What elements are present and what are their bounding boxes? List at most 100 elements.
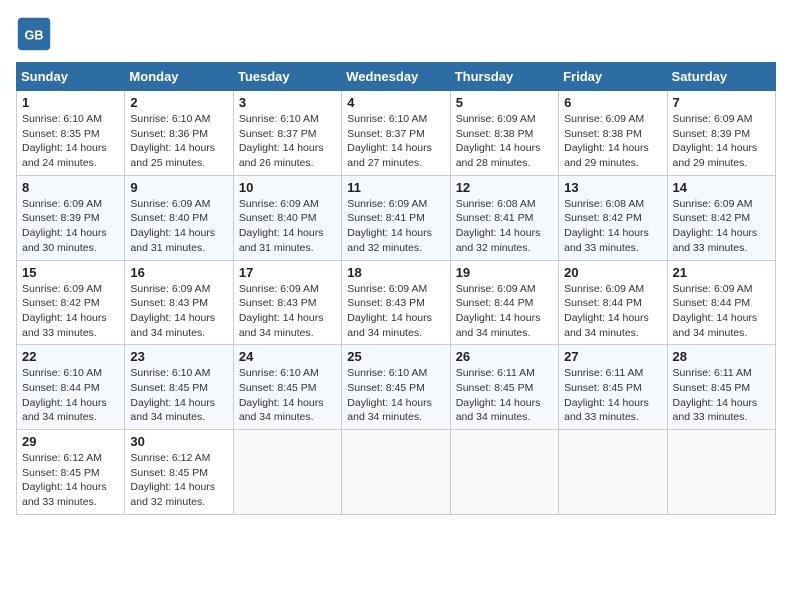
calendar-cell: 20 Sunrise: 6:09 AMSunset: 8:44 PMDaylig… — [559, 260, 667, 345]
day-number: 13 — [564, 180, 661, 195]
day-info: Sunrise: 6:11 AMSunset: 8:45 PMDaylight:… — [673, 366, 770, 425]
day-info: Sunrise: 6:09 AMSunset: 8:44 PMDaylight:… — [456, 282, 553, 341]
day-number: 24 — [239, 349, 336, 364]
calendar-cell: 14 Sunrise: 6:09 AMSunset: 8:42 PMDaylig… — [667, 175, 775, 260]
day-info: Sunrise: 6:09 AMSunset: 8:39 PMDaylight:… — [22, 197, 119, 256]
calendar-cell: 9 Sunrise: 6:09 AMSunset: 8:40 PMDayligh… — [125, 175, 233, 260]
calendar-cell: 25 Sunrise: 6:10 AMSunset: 8:45 PMDaylig… — [342, 345, 450, 430]
logo-icon: GB — [16, 16, 52, 52]
calendar-cell: 13 Sunrise: 6:08 AMSunset: 8:42 PMDaylig… — [559, 175, 667, 260]
calendar-week-row: 1 Sunrise: 6:10 AMSunset: 8:35 PMDayligh… — [17, 91, 776, 176]
svg-text:GB: GB — [25, 28, 44, 42]
calendar-cell — [667, 430, 775, 515]
day-info: Sunrise: 6:09 AMSunset: 8:39 PMDaylight:… — [673, 112, 770, 171]
calendar-cell — [233, 430, 341, 515]
day-number: 20 — [564, 265, 661, 280]
calendar-cell: 19 Sunrise: 6:09 AMSunset: 8:44 PMDaylig… — [450, 260, 558, 345]
calendar-cell: 3 Sunrise: 6:10 AMSunset: 8:37 PMDayligh… — [233, 91, 341, 176]
day-number: 15 — [22, 265, 119, 280]
day-number: 22 — [22, 349, 119, 364]
calendar-cell: 5 Sunrise: 6:09 AMSunset: 8:38 PMDayligh… — [450, 91, 558, 176]
day-info: Sunrise: 6:09 AMSunset: 8:44 PMDaylight:… — [673, 282, 770, 341]
day-info: Sunrise: 6:10 AMSunset: 8:45 PMDaylight:… — [347, 366, 444, 425]
day-info: Sunrise: 6:09 AMSunset: 8:41 PMDaylight:… — [347, 197, 444, 256]
calendar-cell — [559, 430, 667, 515]
day-number: 3 — [239, 95, 336, 110]
day-number: 10 — [239, 180, 336, 195]
day-info: Sunrise: 6:09 AMSunset: 8:43 PMDaylight:… — [239, 282, 336, 341]
calendar-cell: 8 Sunrise: 6:09 AMSunset: 8:39 PMDayligh… — [17, 175, 125, 260]
calendar-cell: 28 Sunrise: 6:11 AMSunset: 8:45 PMDaylig… — [667, 345, 775, 430]
calendar-cell: 22 Sunrise: 6:10 AMSunset: 8:44 PMDaylig… — [17, 345, 125, 430]
calendar-cell: 29 Sunrise: 6:12 AMSunset: 8:45 PMDaylig… — [17, 430, 125, 515]
day-info: Sunrise: 6:09 AMSunset: 8:42 PMDaylight:… — [673, 197, 770, 256]
calendar-cell: 12 Sunrise: 6:08 AMSunset: 8:41 PMDaylig… — [450, 175, 558, 260]
day-number: 29 — [22, 434, 119, 449]
day-info: Sunrise: 6:11 AMSunset: 8:45 PMDaylight:… — [456, 366, 553, 425]
day-info: Sunrise: 6:09 AMSunset: 8:38 PMDaylight:… — [564, 112, 661, 171]
day-number: 12 — [456, 180, 553, 195]
day-info: Sunrise: 6:12 AMSunset: 8:45 PMDaylight:… — [130, 451, 227, 510]
day-info: Sunrise: 6:10 AMSunset: 8:45 PMDaylight:… — [130, 366, 227, 425]
day-number: 27 — [564, 349, 661, 364]
calendar-cell: 17 Sunrise: 6:09 AMSunset: 8:43 PMDaylig… — [233, 260, 341, 345]
day-number: 28 — [673, 349, 770, 364]
day-info: Sunrise: 6:08 AMSunset: 8:41 PMDaylight:… — [456, 197, 553, 256]
day-info: Sunrise: 6:10 AMSunset: 8:35 PMDaylight:… — [22, 112, 119, 171]
calendar-week-row: 22 Sunrise: 6:10 AMSunset: 8:44 PMDaylig… — [17, 345, 776, 430]
day-number: 2 — [130, 95, 227, 110]
day-info: Sunrise: 6:09 AMSunset: 8:43 PMDaylight:… — [347, 282, 444, 341]
day-info: Sunrise: 6:10 AMSunset: 8:44 PMDaylight:… — [22, 366, 119, 425]
calendar-header-row: SundayMondayTuesdayWednesdayThursdayFrid… — [17, 63, 776, 91]
calendar-cell: 4 Sunrise: 6:10 AMSunset: 8:37 PMDayligh… — [342, 91, 450, 176]
day-number: 6 — [564, 95, 661, 110]
logo: GB — [16, 16, 56, 52]
day-number: 4 — [347, 95, 444, 110]
day-number: 5 — [456, 95, 553, 110]
day-info: Sunrise: 6:09 AMSunset: 8:44 PMDaylight:… — [564, 282, 661, 341]
weekday-header: Saturday — [667, 63, 775, 91]
day-info: Sunrise: 6:11 AMSunset: 8:45 PMDaylight:… — [564, 366, 661, 425]
calendar-cell: 24 Sunrise: 6:10 AMSunset: 8:45 PMDaylig… — [233, 345, 341, 430]
day-number: 18 — [347, 265, 444, 280]
page-header: GB — [16, 16, 776, 52]
calendar-cell: 7 Sunrise: 6:09 AMSunset: 8:39 PMDayligh… — [667, 91, 775, 176]
weekday-header: Friday — [559, 63, 667, 91]
weekday-header: Tuesday — [233, 63, 341, 91]
day-info: Sunrise: 6:09 AMSunset: 8:40 PMDaylight:… — [130, 197, 227, 256]
weekday-header: Monday — [125, 63, 233, 91]
calendar-cell: 11 Sunrise: 6:09 AMSunset: 8:41 PMDaylig… — [342, 175, 450, 260]
calendar-cell: 15 Sunrise: 6:09 AMSunset: 8:42 PMDaylig… — [17, 260, 125, 345]
day-number: 30 — [130, 434, 227, 449]
day-number: 23 — [130, 349, 227, 364]
day-number: 11 — [347, 180, 444, 195]
calendar-week-row: 8 Sunrise: 6:09 AMSunset: 8:39 PMDayligh… — [17, 175, 776, 260]
day-number: 26 — [456, 349, 553, 364]
day-number: 1 — [22, 95, 119, 110]
calendar-week-row: 15 Sunrise: 6:09 AMSunset: 8:42 PMDaylig… — [17, 260, 776, 345]
calendar-cell: 23 Sunrise: 6:10 AMSunset: 8:45 PMDaylig… — [125, 345, 233, 430]
calendar-cell: 21 Sunrise: 6:09 AMSunset: 8:44 PMDaylig… — [667, 260, 775, 345]
day-number: 25 — [347, 349, 444, 364]
calendar-cell: 26 Sunrise: 6:11 AMSunset: 8:45 PMDaylig… — [450, 345, 558, 430]
day-number: 16 — [130, 265, 227, 280]
day-info: Sunrise: 6:09 AMSunset: 8:42 PMDaylight:… — [22, 282, 119, 341]
calendar-cell — [450, 430, 558, 515]
calendar-cell: 10 Sunrise: 6:09 AMSunset: 8:40 PMDaylig… — [233, 175, 341, 260]
day-info: Sunrise: 6:09 AMSunset: 8:43 PMDaylight:… — [130, 282, 227, 341]
day-number: 19 — [456, 265, 553, 280]
day-number: 8 — [22, 180, 119, 195]
day-info: Sunrise: 6:12 AMSunset: 8:45 PMDaylight:… — [22, 451, 119, 510]
day-info: Sunrise: 6:09 AMSunset: 8:40 PMDaylight:… — [239, 197, 336, 256]
day-info: Sunrise: 6:10 AMSunset: 8:36 PMDaylight:… — [130, 112, 227, 171]
calendar-table: SundayMondayTuesdayWednesdayThursdayFrid… — [16, 62, 776, 515]
day-number: 7 — [673, 95, 770, 110]
day-info: Sunrise: 6:10 AMSunset: 8:37 PMDaylight:… — [347, 112, 444, 171]
day-number: 17 — [239, 265, 336, 280]
day-number: 9 — [130, 180, 227, 195]
calendar-cell — [342, 430, 450, 515]
weekday-header: Thursday — [450, 63, 558, 91]
day-info: Sunrise: 6:09 AMSunset: 8:38 PMDaylight:… — [456, 112, 553, 171]
day-info: Sunrise: 6:08 AMSunset: 8:42 PMDaylight:… — [564, 197, 661, 256]
weekday-header: Sunday — [17, 63, 125, 91]
